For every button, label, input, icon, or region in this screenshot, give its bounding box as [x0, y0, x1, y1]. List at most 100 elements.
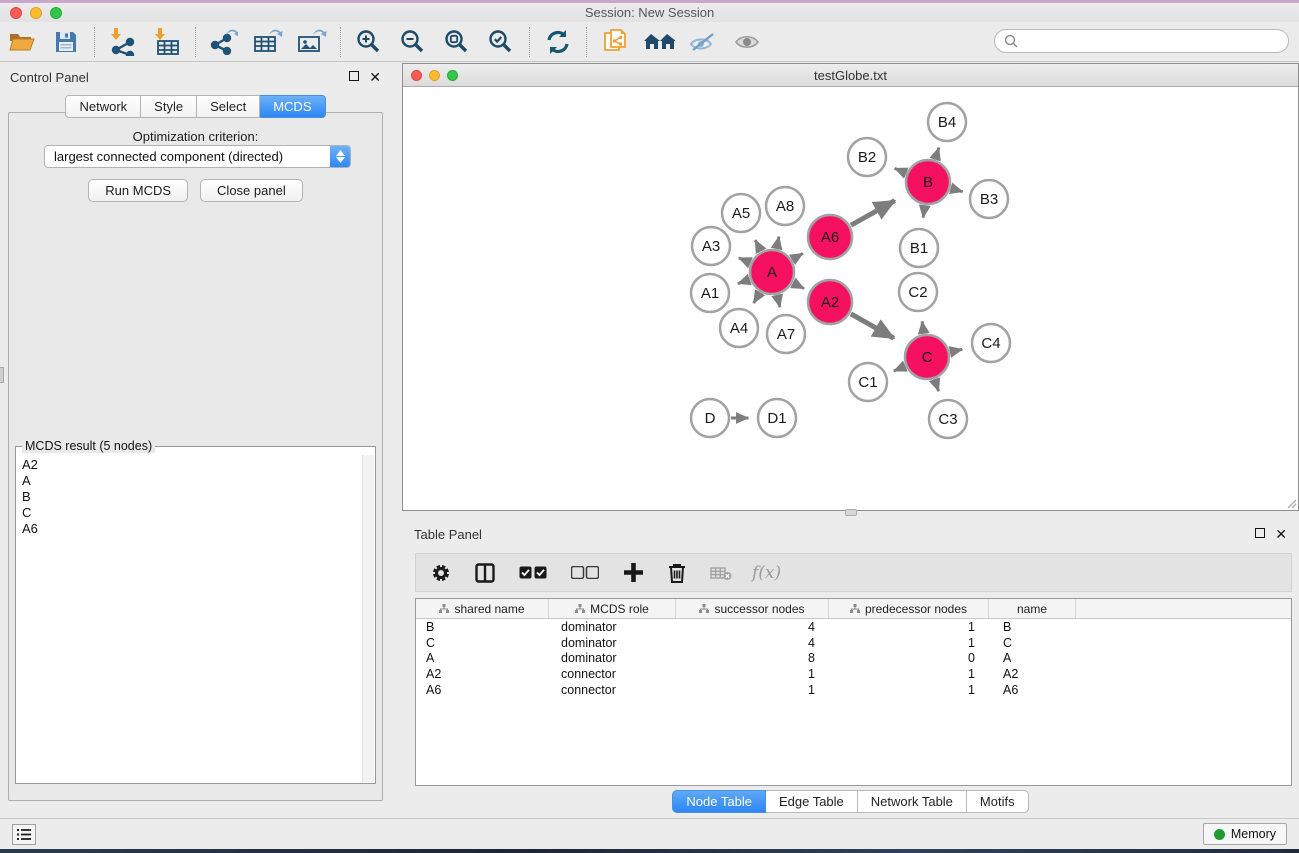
graph-edge-A-A5[interactable]: [755, 240, 761, 251]
mcds-result-item[interactable]: C: [22, 505, 371, 521]
table-float-panel-icon[interactable]: [1255, 527, 1265, 541]
graph-edge-A-A4[interactable]: [754, 293, 760, 303]
table-cell[interactable]: dominator: [549, 636, 676, 650]
table-cell[interactable]: 1: [676, 667, 829, 681]
graph-edge-A-A8[interactable]: [777, 237, 779, 249]
column-header-successor-nodes[interactable]: successor nodes: [676, 599, 829, 618]
graph-edge-C-C4[interactable]: [950, 349, 962, 352]
graph-edge-C-C2[interactable]: [922, 321, 924, 333]
show-panels-list-button[interactable]: [12, 824, 36, 845]
graph-edge-B-B4[interactable]: [935, 148, 939, 159]
column-header-shared-name[interactable]: shared name: [416, 599, 549, 618]
table-row[interactable]: Adominator80A: [416, 650, 1291, 666]
tab-network-table[interactable]: Network Table: [858, 790, 967, 813]
zoom-out-icon[interactable]: [394, 26, 432, 58]
tab-motifs[interactable]: Motifs: [967, 790, 1029, 813]
duplicate-network-icon[interactable]: [596, 26, 634, 58]
table-cell[interactable]: dominator: [549, 651, 676, 665]
graph-edge-C-C3[interactable]: [935, 380, 939, 391]
zoom-selected-icon[interactable]: [482, 26, 520, 58]
tab-node-table[interactable]: Node Table: [672, 790, 766, 813]
import-table-icon[interactable]: [148, 26, 186, 58]
delete-column-trash-icon[interactable]: [664, 560, 690, 586]
float-panel-icon[interactable]: [349, 70, 359, 84]
table-settings-gear-icon[interactable]: [428, 560, 454, 586]
graph-edge-B-B3[interactable]: [951, 188, 963, 191]
tab-select[interactable]: Select: [197, 95, 260, 118]
resize-grip-icon[interactable]: [1285, 497, 1297, 509]
tab-network[interactable]: Network: [65, 95, 141, 118]
table-cell[interactable]: 4: [676, 636, 829, 650]
splitter-handle-left[interactable]: [0, 367, 4, 383]
function-builder-icon[interactable]: f(x): [752, 563, 781, 583]
export-network-icon[interactable]: [205, 26, 243, 58]
graph-edge-A-A6[interactable]: [793, 253, 803, 259]
column-header-name[interactable]: name: [989, 599, 1076, 618]
import-network-icon[interactable]: [104, 26, 142, 58]
network-canvas[interactable]: AA6A2BCB4B2B3A5A8A3B1A1C2A4A7C4C1C3DD1: [403, 87, 1298, 510]
delete-table-icon[interactable]: [708, 560, 734, 586]
column-header-predecessor-nodes[interactable]: predecessor nodes: [829, 599, 989, 618]
search-input[interactable]: [1024, 34, 1274, 49]
tab-mcds[interactable]: MCDS: [260, 95, 325, 118]
search-box[interactable]: [994, 29, 1289, 53]
table-cell[interactable]: A2: [416, 667, 549, 681]
refresh-icon[interactable]: [539, 26, 577, 58]
graph-edge-B-B1[interactable]: [923, 206, 925, 218]
graph-edge-A-A3[interactable]: [739, 258, 750, 263]
table-cell[interactable]: 0: [829, 651, 989, 665]
table-cell[interactable]: A6: [989, 683, 1076, 697]
close-panel-icon[interactable]: ✕: [369, 69, 381, 86]
graph-edge-A-A7[interactable]: [777, 295, 780, 307]
tab-style[interactable]: Style: [141, 95, 197, 118]
graph-edge-A-A1[interactable]: [738, 280, 749, 284]
mcds-result-item[interactable]: A2: [22, 457, 371, 473]
column-header-MCDS-role[interactable]: MCDS role: [549, 599, 676, 618]
tab-edge-table[interactable]: Edge Table: [766, 790, 858, 813]
table-cell[interactable]: 1: [829, 667, 989, 681]
graph-edge-A2-C[interactable]: [851, 314, 894, 338]
run-mcds-button[interactable]: Run MCDS: [88, 179, 188, 202]
table-cell[interactable]: connector: [549, 667, 676, 681]
close-panel-button[interactable]: Close panel: [200, 179, 303, 202]
mcds-result-item[interactable]: B: [22, 489, 371, 505]
open-file-icon[interactable]: [3, 26, 41, 58]
table-cell[interactable]: 1: [829, 636, 989, 650]
table-cell[interactable]: dominator: [549, 620, 676, 634]
table-close-panel-icon[interactable]: ✕: [1275, 526, 1287, 543]
splitter-handle-bottom[interactable]: [845, 509, 857, 516]
memory-button[interactable]: Memory: [1203, 823, 1287, 845]
mcds-result-item[interactable]: A6: [22, 521, 371, 537]
save-session-icon[interactable]: [47, 26, 85, 58]
show-all-icon[interactable]: [728, 26, 766, 58]
table-cell[interactable]: B: [416, 620, 549, 634]
graph-edge-C-C1[interactable]: [894, 366, 905, 371]
table-cell[interactable]: 4: [676, 620, 829, 634]
table-cell[interactable]: 1: [829, 683, 989, 697]
export-table-icon[interactable]: [249, 26, 287, 58]
table-cell[interactable]: connector: [549, 683, 676, 697]
table-row[interactable]: Cdominator41C: [416, 635, 1291, 651]
network-window-titlebar[interactable]: testGlobe.txt: [403, 64, 1298, 87]
unselect-all-icon[interactable]: [568, 560, 602, 586]
table-cell[interactable]: 1: [676, 683, 829, 697]
table-row[interactable]: Bdominator41B: [416, 619, 1291, 635]
table-cell[interactable]: A6: [416, 683, 549, 697]
export-image-icon[interactable]: [293, 26, 331, 58]
show-columns-icon[interactable]: [472, 560, 498, 586]
graph-edge-A6-B[interactable]: [851, 201, 895, 226]
table-row[interactable]: A2connector11A2: [416, 666, 1291, 682]
mcds-result-item[interactable]: A: [22, 473, 371, 489]
table-row[interactable]: A6connector11A6: [416, 682, 1291, 698]
result-scrollbar[interactable]: [362, 455, 374, 782]
network-graph[interactable]: AA6A2BCB4B2B3A5A8A3B1A1C2A4A7C4C1C3DD1: [403, 87, 1298, 510]
zoom-fit-icon[interactable]: [438, 26, 476, 58]
first-neighbors-icon[interactable]: [640, 26, 678, 58]
zoom-in-icon[interactable]: [350, 26, 388, 58]
table-cell[interactable]: 1: [829, 620, 989, 634]
table-cell[interactable]: A2: [989, 667, 1076, 681]
criterion-dropdown[interactable]: largest connected component (directed): [44, 145, 351, 168]
table-cell[interactable]: 8: [676, 651, 829, 665]
create-column-plus-icon[interactable]: [620, 560, 646, 586]
table-cell[interactable]: A: [416, 651, 549, 665]
